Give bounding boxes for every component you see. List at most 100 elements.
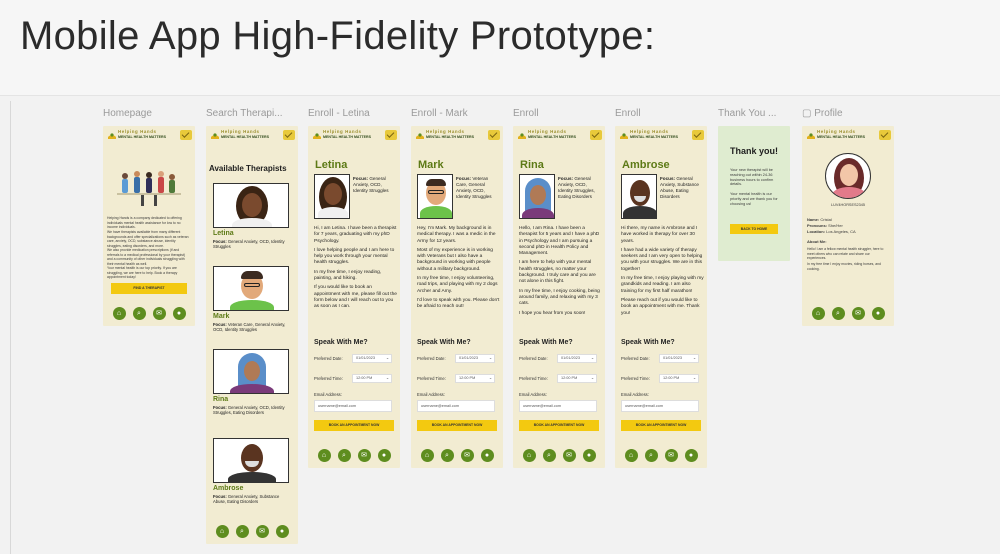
frame-label-enroll-letina[interactable]: Enroll - Letina xyxy=(308,108,400,119)
chat-icon[interactable]: ✉ xyxy=(460,449,474,462)
enroll-ambrose-frame[interactable]: Helping Hands MENTAL HEALTH MATTERS Ambr… xyxy=(615,126,707,468)
preferred-date-select[interactable]: 01/01/2023 ⌄ xyxy=(352,354,392,363)
search-icon[interactable]: ⌕ xyxy=(440,449,454,462)
therapist-name-mark[interactable]: Mark xyxy=(213,313,229,320)
thankyou-frame[interactable]: Thank you! Your new therapist will be re… xyxy=(718,126,790,261)
frame-label-enroll-mark[interactable]: Enroll - Mark xyxy=(411,108,503,119)
back-to-home-button[interactable]: BACK TO HOME xyxy=(730,224,778,234)
preferred-date-select[interactable]: 01/01/2023 ⌄ xyxy=(557,354,597,363)
frame-label-thankyou[interactable]: Thank You ... xyxy=(718,108,790,119)
frame-label-homepage[interactable]: Homepage xyxy=(103,108,195,119)
chat-icon[interactable]: ✉ xyxy=(664,449,678,462)
frame-label-enroll-ambrose[interactable]: Enroll xyxy=(615,108,707,119)
therapist-photo-mark[interactable] xyxy=(213,266,289,311)
chat-icon[interactable]: ✉ xyxy=(357,449,371,462)
message-icon[interactable] xyxy=(180,130,192,140)
chat-icon[interactable]: ✉ xyxy=(255,525,269,538)
home-icon[interactable]: ⌂ xyxy=(112,307,126,320)
message-icon[interactable] xyxy=(590,130,602,140)
preferred-time-select[interactable]: 12:00 PM ⌄ xyxy=(557,374,597,383)
therapist-name-letina[interactable]: Letina xyxy=(213,230,234,237)
therapist-name-rina[interactable]: Rina xyxy=(213,396,228,403)
user-icon[interactable]: ● xyxy=(377,449,391,462)
home-icon[interactable]: ⌂ xyxy=(420,449,434,462)
user-icon[interactable]: ● xyxy=(172,307,186,320)
chevron-down-icon: ⌄ xyxy=(488,376,492,380)
book-appointment-button[interactable]: BOOK AN APPOINTMENT NOW xyxy=(621,420,701,431)
message-icon[interactable] xyxy=(283,130,295,140)
search-icon[interactable]: ⌕ xyxy=(337,449,351,462)
home-icon[interactable]: ⌂ xyxy=(522,449,536,462)
book-appointment-button[interactable]: BOOK AN APPOINTMENT NOW xyxy=(417,420,497,431)
user-icon[interactable]: ● xyxy=(871,307,885,320)
profile-avatar[interactable] xyxy=(825,153,871,199)
search-icon[interactable]: ⌕ xyxy=(132,307,146,320)
preferred-time-select[interactable]: 12:00 PM ⌄ xyxy=(455,374,495,383)
book-appointment-button[interactable]: BOOK AN APPOINTMENT NOW xyxy=(314,420,394,431)
chat-icon[interactable]: ✉ xyxy=(562,449,576,462)
homepage-intro: Helping Hands is a company dedicated to … xyxy=(107,216,182,230)
message-icon[interactable] xyxy=(879,130,891,140)
preferred-date-label: Preferred Date: xyxy=(314,356,343,361)
bottom-nav: ⌂ ⌕ ✉ ● xyxy=(513,449,605,462)
app-header: Helping Hands MENTAL HEALTH MATTERS xyxy=(103,126,195,150)
profile-hobbies-text: In my free time I enjoy movies, riding h… xyxy=(807,262,881,271)
bio-paragraph: I hope you hear from you soon! xyxy=(519,310,586,316)
therapist-photo-rina[interactable] xyxy=(213,349,289,394)
frame-label-search[interactable]: Search Therapi... xyxy=(206,108,298,119)
preferred-time-label: Preferred Time: xyxy=(519,376,548,381)
profile-frame[interactable]: Helping Hands MENTAL HEALTH MATTERS LUV4… xyxy=(802,126,894,326)
therapist-name-ambrose[interactable]: Ambrose xyxy=(213,485,243,492)
home-icon[interactable]: ⌂ xyxy=(624,449,638,462)
email-field[interactable]: username@email.com xyxy=(519,400,597,412)
prototype-canvas: Homepage Search Therapi... Enroll - Leti… xyxy=(0,95,1000,554)
app-brand-title: Helping Hands xyxy=(323,129,362,134)
preferred-date-select[interactable]: 01/01/2023 ⌄ xyxy=(455,354,495,363)
preferred-date-select[interactable]: 01/01/2023 ⌄ xyxy=(659,354,699,363)
search-icon[interactable]: ⌕ xyxy=(644,449,658,462)
search-icon[interactable]: ⌕ xyxy=(542,449,556,462)
message-icon[interactable] xyxy=(488,130,500,140)
enroll-bio: Hi, I am Letina. I have been a therapist… xyxy=(314,226,398,311)
user-icon[interactable]: ● xyxy=(582,449,596,462)
user-icon[interactable]: ● xyxy=(480,449,494,462)
profile-location: Location: Los Angeles, CA xyxy=(807,229,856,234)
bio-paragraph: If you would like to book an appointment… xyxy=(314,285,397,310)
email-label: Email Address: xyxy=(417,392,445,397)
frame-label-enroll-rina[interactable]: Enroll xyxy=(513,108,605,119)
therapist-focus-ambrose: Focus: General Anxiety, Substance Abuse,… xyxy=(213,494,280,505)
preferred-time-select[interactable]: 12:00 PM ⌄ xyxy=(659,374,699,383)
bio-paragraph: Hello, I am Rina. I have been a therapis… xyxy=(519,226,600,257)
chat-icon[interactable]: ✉ xyxy=(851,307,865,320)
bio-paragraph: Please reach out if you would like to bo… xyxy=(621,297,700,316)
chat-icon[interactable]: ✉ xyxy=(152,307,166,320)
preferred-time-select[interactable]: 12:00 PM ⌄ xyxy=(352,374,392,383)
enroll-letina-frame[interactable]: Helping Hands MENTAL HEALTH MATTERS Leti… xyxy=(308,126,400,468)
therapist-photo-letina[interactable] xyxy=(213,183,289,228)
homepage-frame[interactable]: Helping Hands MENTAL HEALTH MATTERS Help… xyxy=(103,126,195,326)
therapist-photo-ambrose[interactable] xyxy=(213,438,289,483)
email-field[interactable]: username@email.com xyxy=(417,400,495,412)
message-icon[interactable] xyxy=(692,130,704,140)
message-icon[interactable] xyxy=(385,130,397,140)
enroll-rina-frame[interactable]: Helping Hands MENTAL HEALTH MATTERS Rina… xyxy=(513,126,605,468)
enroll-bio: Hi there, my name is Ambrose and I have … xyxy=(621,226,705,317)
enroll-mark-frame[interactable]: Helping Hands MENTAL HEALTH MATTERS Mark… xyxy=(411,126,503,468)
speak-with-me-title: Speak With Me? xyxy=(314,339,368,346)
search-icon[interactable]: ⌕ xyxy=(235,525,249,538)
preferred-date-label: Preferred Date: xyxy=(621,356,650,361)
frame-label-profile[interactable]: ▢ Profile xyxy=(802,108,894,119)
email-field[interactable]: username@email.com xyxy=(621,400,699,412)
search-icon[interactable]: ⌕ xyxy=(831,307,845,320)
therapist-focus-mark: Focus: Veteran Care, General Anxiety, OC… xyxy=(213,322,286,333)
book-appointment-button[interactable]: BOOK AN APPOINTMENT NOW xyxy=(519,420,599,431)
home-icon[interactable]: ⌂ xyxy=(215,525,229,538)
email-label: Email Address: xyxy=(519,392,547,397)
home-icon[interactable]: ⌂ xyxy=(317,449,331,462)
find-therapist-button[interactable]: FIND A THERAPIST xyxy=(111,283,187,294)
user-icon[interactable]: ● xyxy=(684,449,698,462)
user-icon[interactable]: ● xyxy=(275,525,289,538)
email-field[interactable]: username@email.com xyxy=(314,400,392,412)
home-icon[interactable]: ⌂ xyxy=(811,307,825,320)
search-frame[interactable]: Helping Hands MENTAL HEALTH MATTERS Avai… xyxy=(206,126,298,544)
